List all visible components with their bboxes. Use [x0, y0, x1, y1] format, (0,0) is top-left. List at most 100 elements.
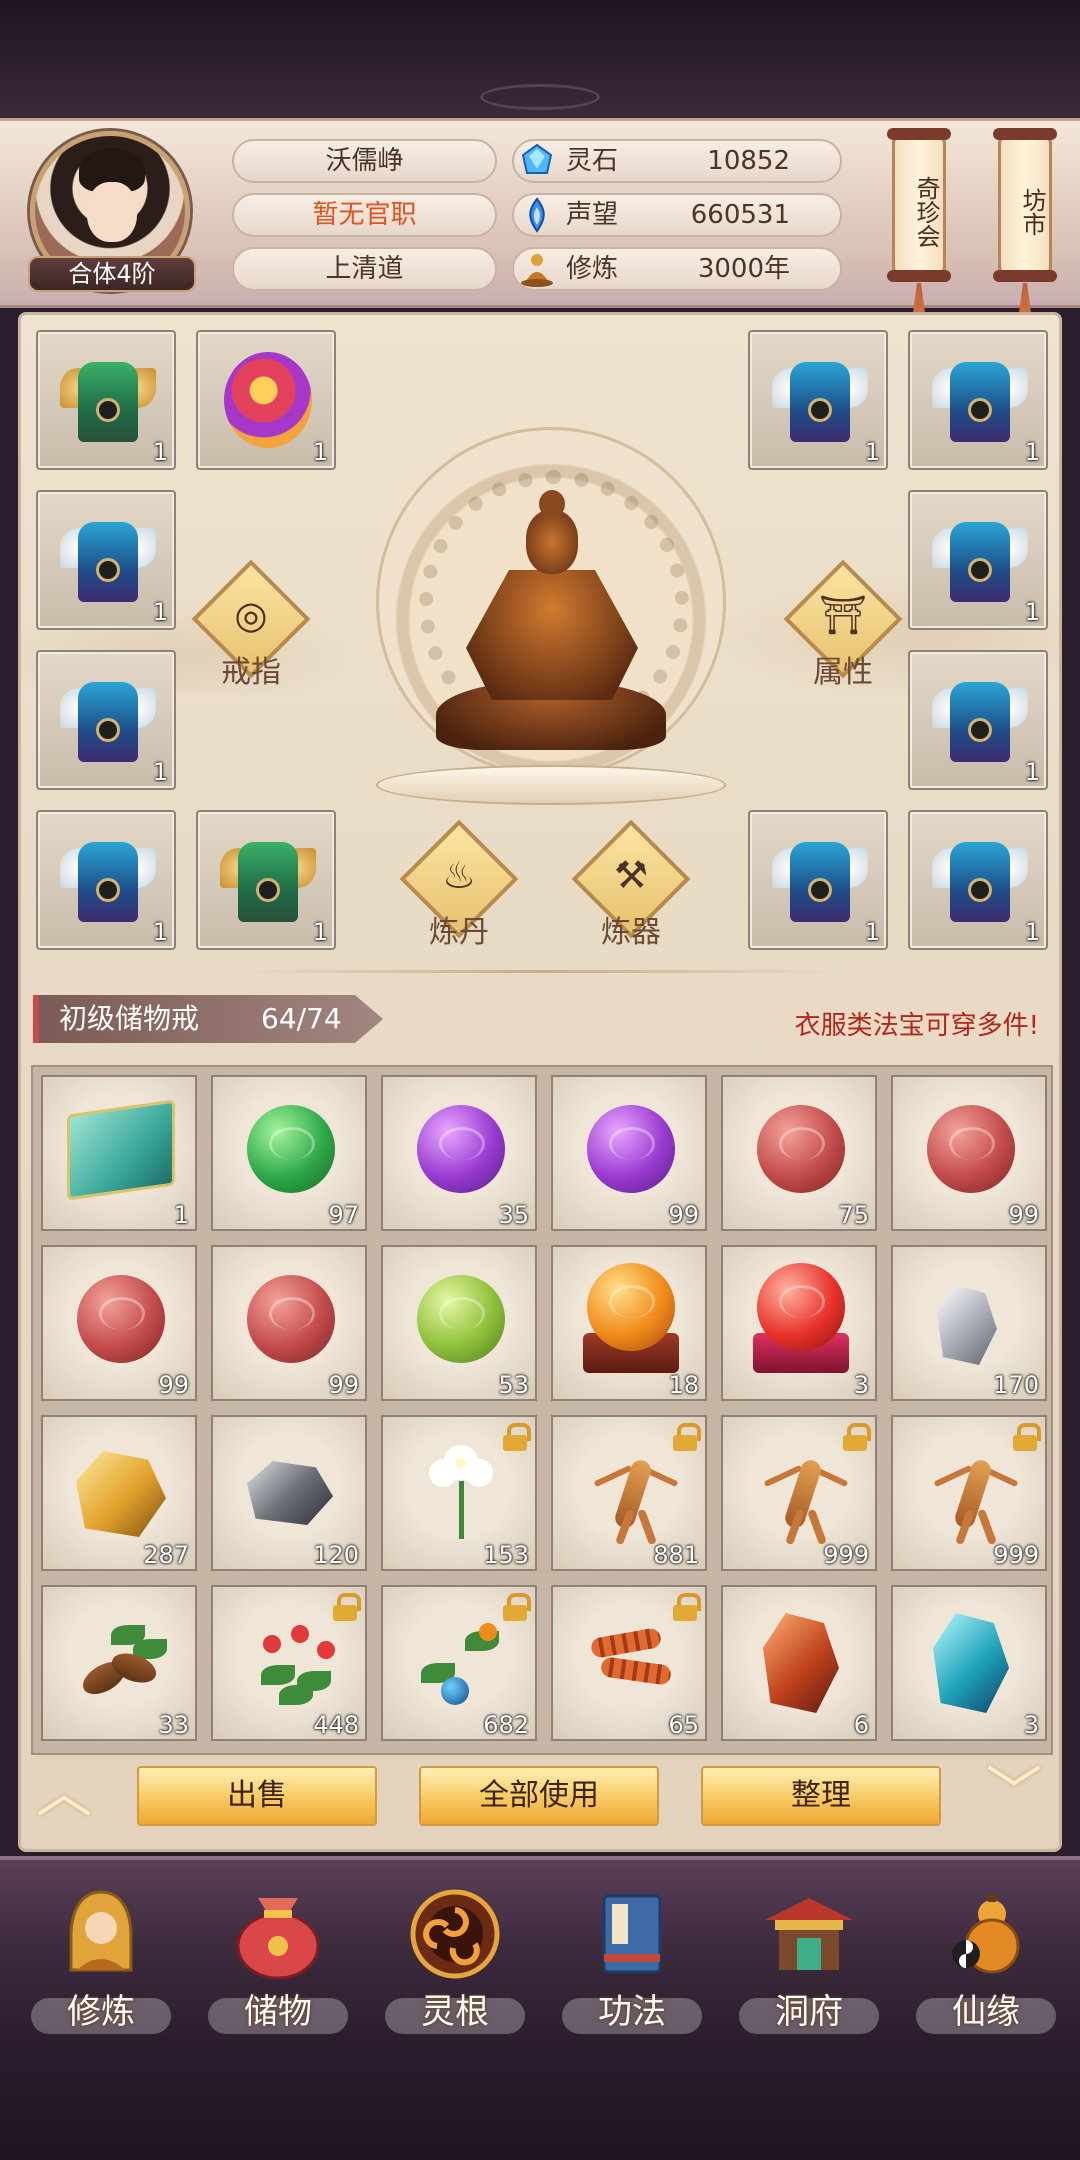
- green-pill-icon: [247, 1105, 335, 1193]
- scripture-book-icon: [582, 1884, 682, 1984]
- item-cell[interactable]: 33: [41, 1585, 197, 1741]
- item-count: 682: [483, 1711, 529, 1739]
- item-count: 153: [483, 1541, 529, 1569]
- nav-cultivate[interactable]: 修炼: [26, 1872, 176, 2042]
- nav-label: 功法: [598, 1992, 666, 2032]
- item-count: 33: [158, 1711, 189, 1739]
- equip-slot[interactable]: 1: [36, 810, 176, 950]
- equip-hint-text: 衣服类法宝可穿多件!: [794, 1011, 1039, 1041]
- equip-slot[interactable]: 1: [196, 810, 336, 950]
- top-decor-band: [0, 0, 1080, 118]
- scroll-down-button[interactable]: ﹀: [974, 1766, 1054, 1822]
- item-cell[interactable]: 97: [211, 1075, 367, 1231]
- rare-treasure-auction-button[interactable]: 奇珍会: [887, 128, 951, 282]
- equip-slot[interactable]: 1: [36, 490, 176, 630]
- item-count: 1: [173, 1201, 189, 1229]
- robe-item-icon: [772, 828, 868, 932]
- equip-slot[interactable]: 1: [748, 330, 888, 470]
- equip-slot[interactable]: 1: [908, 330, 1048, 470]
- equip-slot[interactable]: 1: [908, 810, 1048, 950]
- sect-name: 上清道: [232, 247, 497, 291]
- item-cell[interactable]: 153: [381, 1415, 537, 1571]
- sell-button[interactable]: 出售: [137, 1766, 377, 1826]
- lock-icon: [503, 1593, 531, 1621]
- equip-slot[interactable]: 1: [36, 650, 176, 790]
- item-cell[interactable]: 6: [721, 1585, 877, 1741]
- market-button[interactable]: 坊市: [993, 128, 1057, 282]
- stat-label: 灵石: [566, 146, 619, 176]
- equip-slot[interactable]: 1: [908, 490, 1048, 630]
- item-cell[interactable]: 170: [891, 1245, 1047, 1401]
- berry-herb-icon: [241, 1615, 341, 1715]
- item-cell[interactable]: 1: [41, 1075, 197, 1231]
- official-title[interactable]: 暂无官职: [232, 193, 497, 237]
- item-cell[interactable]: 53: [381, 1245, 537, 1401]
- nav-spirit-root[interactable]: 灵根: [380, 1872, 530, 2042]
- item-count: 3: [1023, 1711, 1039, 1739]
- nav-label: 洞府: [775, 1992, 843, 2032]
- item-cell[interactable]: 881: [551, 1415, 707, 1571]
- item-cell[interactable]: 999: [721, 1415, 877, 1571]
- item-cell[interactable]: 999: [891, 1415, 1047, 1571]
- gold-ore-icon: [76, 1451, 166, 1537]
- meditating-silhouette: [436, 490, 666, 770]
- storage-ring-name: 初级储物戒: [59, 1002, 200, 1035]
- item-cell[interactable]: 65: [551, 1585, 707, 1741]
- lime-pill-icon: [417, 1275, 505, 1363]
- stat-value: 660531: [690, 200, 790, 230]
- armor-item-icon: [60, 348, 156, 452]
- item-cell[interactable]: 75: [721, 1075, 877, 1231]
- attributes-button-label: 属性: [813, 655, 873, 690]
- item-cell[interactable]: 448: [211, 1585, 367, 1741]
- item-count: 1: [1024, 438, 1040, 466]
- equip-slot[interactable]: 1: [36, 330, 176, 470]
- ring-button-label: 戒指: [221, 655, 281, 690]
- sort-button[interactable]: 整理: [701, 1766, 941, 1826]
- forging-button-label: 炼器: [601, 915, 661, 950]
- item-count: 170: [993, 1371, 1039, 1399]
- cave-palace-icon: [759, 1884, 859, 1984]
- item-count: 1: [152, 918, 168, 946]
- item-cell[interactable]: 18: [551, 1245, 707, 1401]
- alchemy-button-label: 炼丹: [429, 915, 489, 950]
- spirit-root-icon: [405, 1884, 505, 1984]
- use-all-button[interactable]: 全部使用: [419, 1766, 659, 1826]
- item-count: 120: [313, 1541, 359, 1569]
- item-count: 448: [313, 1711, 359, 1739]
- meditating-monk-icon: [51, 1884, 151, 1984]
- item-cell[interactable]: 3: [891, 1585, 1047, 1741]
- scroll-up-button[interactable]: ︿: [24, 1766, 104, 1822]
- item-cell[interactable]: 99: [211, 1245, 367, 1401]
- manual-book-icon: [67, 1099, 175, 1201]
- item-cell[interactable]: 99: [891, 1075, 1047, 1231]
- item-count: 1: [1024, 918, 1040, 946]
- equip-slot[interactable]: 1: [748, 810, 888, 950]
- equip-slot[interactable]: 1: [908, 650, 1048, 790]
- stat-value: 10852: [707, 146, 790, 176]
- ruby-crystal-icon: [763, 1613, 839, 1713]
- item-cell[interactable]: 682: [381, 1585, 537, 1741]
- item-cell[interactable]: 99: [551, 1075, 707, 1231]
- lock-icon: [1013, 1423, 1041, 1451]
- item-cell[interactable]: 35: [381, 1075, 537, 1231]
- lock-icon: [333, 1593, 361, 1621]
- equip-slot[interactable]: 1: [196, 330, 336, 470]
- ginseng-icon: [923, 1439, 1023, 1549]
- item-cell[interactable]: 287: [41, 1415, 197, 1571]
- avatar-face: [87, 182, 137, 242]
- cordyceps-icon: [581, 1627, 681, 1697]
- item-count: 97: [328, 1201, 359, 1229]
- nav-techniques[interactable]: 功法: [557, 1872, 707, 2042]
- item-cell[interactable]: 3: [721, 1245, 877, 1401]
- storage-ring-tab[interactable]: 初级储物戒 64/74: [33, 995, 383, 1043]
- item-cell[interactable]: 120: [211, 1415, 367, 1571]
- purple-pill-icon: [587, 1105, 675, 1193]
- item-cell[interactable]: 99: [41, 1245, 197, 1401]
- nav-cave-dwelling[interactable]: 洞府: [734, 1872, 884, 2042]
- lock-icon: [673, 1423, 701, 1451]
- rank-badge: 合体4阶: [28, 256, 196, 292]
- nav-storage[interactable]: 储物: [203, 1872, 353, 2042]
- red-pill-icon: [247, 1275, 335, 1363]
- nav-immortal-fate[interactable]: 仙缘: [911, 1872, 1061, 2042]
- item-count: 53: [498, 1371, 529, 1399]
